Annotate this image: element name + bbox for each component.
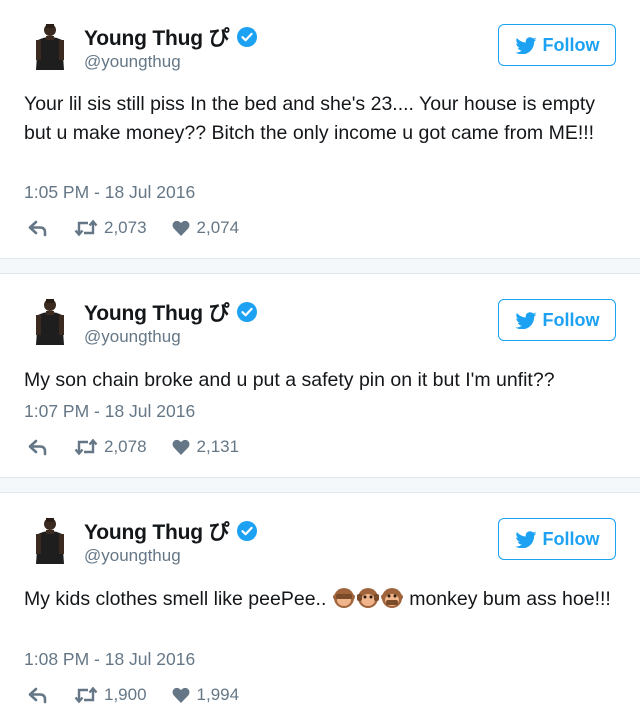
retweet-icon	[74, 220, 98, 236]
like-count: 1,994	[196, 685, 240, 704]
twitter-bird-icon	[514, 531, 536, 548]
speak-no-evil-monkey-icon	[380, 588, 403, 608]
tweet-separator	[0, 477, 640, 493]
tweet-card: Young Thug ぴ @youngthug Follow My son ch…	[0, 275, 640, 477]
author-name-row: Young Thug ぴ	[84, 22, 258, 52]
avatar[interactable]	[28, 514, 72, 564]
timestamp[interactable]: 1:05 PM - 18 Jul 2016	[24, 182, 195, 203]
tweet-actions: 2,078 2,131	[26, 437, 239, 457]
handle[interactable]: @youngthug	[84, 327, 181, 347]
avatar[interactable]	[28, 295, 72, 345]
reply-button[interactable]	[26, 685, 48, 705]
reply-icon	[28, 687, 47, 704]
author-name-row: Young Thug ぴ	[84, 516, 258, 546]
retweet-count: 2,073	[104, 218, 147, 237]
like-button[interactable]: 2,131	[171, 437, 240, 457]
tweet-feed: Young Thug ぴ @youngthug Follow Your lil …	[0, 0, 640, 728]
follow-button[interactable]: Follow	[498, 518, 616, 560]
twitter-bird-icon	[514, 312, 536, 329]
tweet-separator	[0, 258, 640, 274]
tweet-actions: 2,073 2,074	[26, 218, 239, 238]
retweet-icon	[74, 687, 98, 703]
tweet-text-start: My kids clothes smell like peePee..	[24, 588, 327, 610]
author-name-row: Young Thug ぴ	[84, 297, 258, 327]
tweet-text: My son chain broke and u put a safety pi…	[24, 369, 555, 391]
like-count: 2,074	[196, 218, 240, 237]
tweet-text-end: monkey bum ass hoe!!!	[409, 588, 611, 610]
tweet-actions: 1,900 1,994	[26, 685, 239, 705]
handle[interactable]: @youngthug	[84, 546, 181, 566]
tweet-text: My kids clothes smell like peePee.. monk…	[24, 585, 620, 614]
like-button[interactable]: 2,074	[171, 218, 240, 238]
verified-badge-icon	[237, 302, 258, 322]
hear-no-evil-monkey-icon	[356, 588, 379, 608]
tweet-card: Young Thug ぴ @youngthug Follow My kids c…	[0, 494, 640, 728]
heart-icon	[172, 220, 190, 237]
tweet-card: Young Thug ぴ @youngthug Follow Your lil …	[0, 0, 640, 258]
follow-button[interactable]: Follow	[498, 24, 616, 66]
like-button[interactable]: 1,994	[171, 685, 240, 705]
follow-label: Follow	[542, 34, 600, 55]
heart-icon	[172, 439, 190, 456]
retweet-button[interactable]: 2,078	[74, 437, 147, 457]
reply-icon	[28, 439, 47, 456]
retweet-button[interactable]: 2,073	[74, 218, 147, 238]
like-count: 2,131	[196, 437, 240, 456]
display-name[interactable]: Young Thug ぴ	[84, 22, 230, 52]
verified-badge-icon	[237, 27, 258, 47]
retweet-icon	[74, 439, 98, 455]
display-name[interactable]: Young Thug ぴ	[84, 516, 230, 546]
reply-icon	[28, 220, 47, 237]
display-name[interactable]: Young Thug ぴ	[84, 297, 230, 327]
timestamp[interactable]: 1:08 PM - 18 Jul 2016	[24, 649, 195, 670]
avatar[interactable]	[28, 20, 72, 70]
reply-button[interactable]	[26, 218, 48, 238]
handle[interactable]: @youngthug	[84, 52, 181, 72]
reply-button[interactable]	[26, 437, 48, 457]
retweet-count: 2,078	[104, 437, 147, 456]
see-no-evil-monkey-icon	[332, 588, 355, 608]
retweet-count: 1,900	[104, 685, 147, 704]
retweet-button[interactable]: 1,900	[74, 685, 147, 705]
twitter-bird-icon	[514, 37, 536, 54]
verified-badge-icon	[237, 521, 258, 541]
timestamp[interactable]: 1:07 PM - 18 Jul 2016	[24, 401, 195, 422]
follow-label: Follow	[542, 309, 600, 330]
heart-icon	[172, 687, 190, 704]
tweet-text: Your lil sis still piss In the bed and s…	[24, 93, 595, 144]
follow-label: Follow	[542, 528, 600, 549]
follow-button[interactable]: Follow	[498, 299, 616, 341]
